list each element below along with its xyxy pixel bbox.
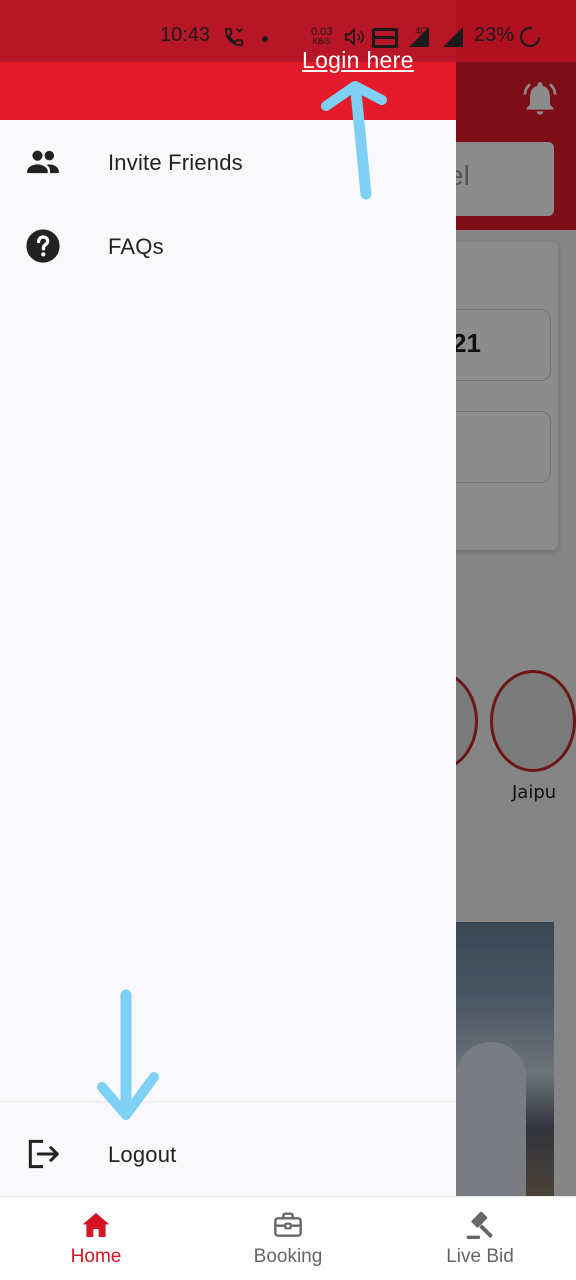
nav-booking[interactable]: Booking	[192, 1197, 384, 1280]
home-icon	[82, 1213, 110, 1237]
drawer-item-label: FAQs	[108, 234, 164, 259]
nav-home-label: Home	[70, 1246, 122, 1267]
drawer-item-logout[interactable]: Logout	[0, 1116, 456, 1192]
nav-live-bid-label: Live Bid	[446, 1246, 514, 1267]
help-circle-icon	[26, 229, 60, 263]
annotation-arrow-up-icon	[321, 81, 387, 200]
annotation-arrow-down-icon	[97, 989, 159, 1120]
drawer-divider	[0, 1101, 456, 1102]
nav-booking-label: Booking	[253, 1246, 323, 1267]
bottom-navigation: Home Booking Live Bid	[0, 1196, 576, 1280]
drawer-item-label: Invite Friends	[108, 150, 243, 175]
screen: el 21 Jaipu 10:43 0.03 KB/S 4G 23% Invit…	[0, 0, 576, 1280]
drawer-item-faqs[interactable]: FAQs	[0, 208, 456, 284]
gavel-icon	[466, 1211, 493, 1239]
briefcase-icon	[274, 1212, 302, 1237]
people-icon	[27, 150, 59, 174]
logout-label: Logout	[108, 1142, 177, 1167]
login-link[interactable]: Login here	[302, 47, 414, 74]
battery-icon	[519, 26, 541, 48]
battery-percent: 23%	[474, 24, 515, 46]
logout-icon	[28, 1139, 59, 1169]
nav-live-bid[interactable]: Live Bid	[384, 1197, 576, 1280]
nav-home[interactable]: Home	[0, 1197, 192, 1280]
